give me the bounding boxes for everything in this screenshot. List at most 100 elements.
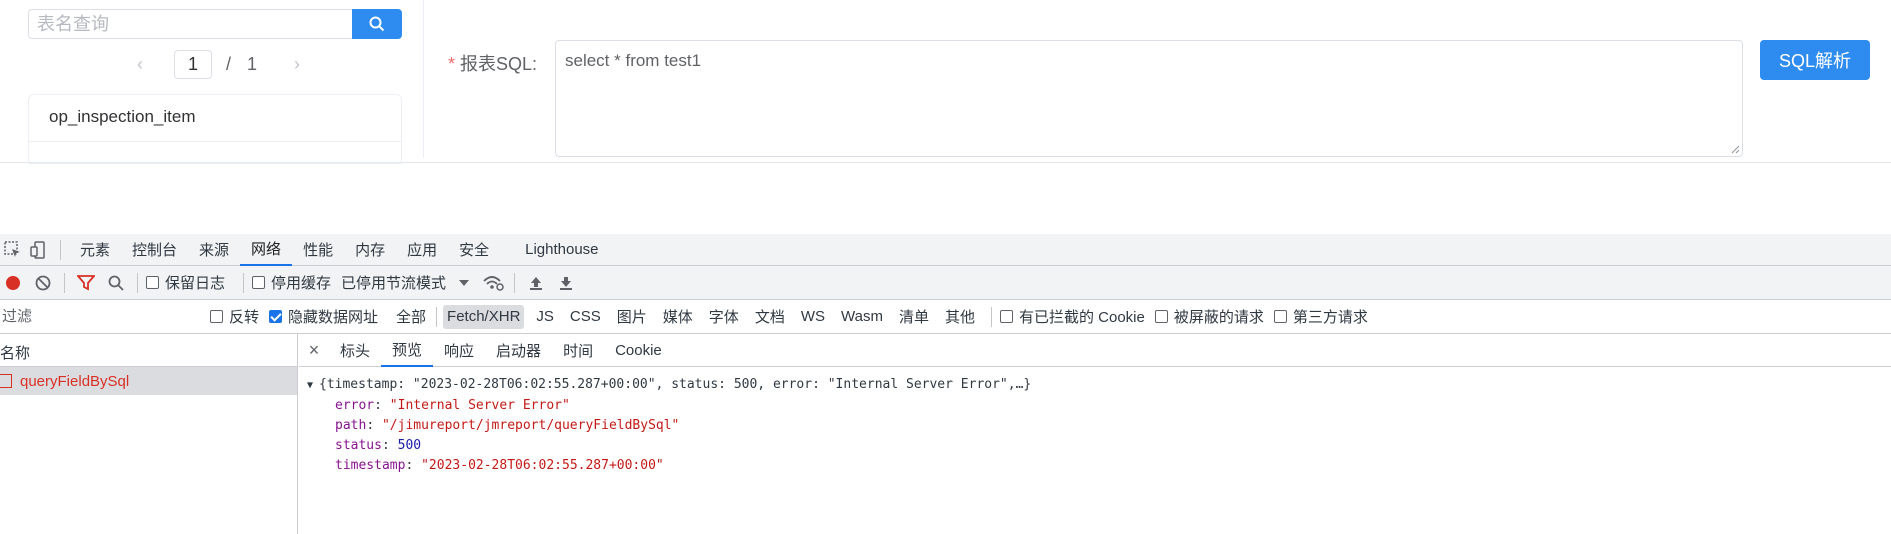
record-icon[interactable] — [0, 270, 26, 296]
next-page-button[interactable]: › — [287, 54, 307, 75]
tab-preview[interactable]: 预览 — [381, 334, 434, 367]
preserve-log-checkbox[interactable]: 保留日志 — [146, 272, 225, 293]
report-designer-panel: ‹ 1 / 1 › op_inspection_item *报表SQL: sel… — [0, 0, 1891, 164]
type-manifest[interactable]: 清单 — [895, 305, 933, 329]
expand-triangle-icon[interactable]: ▼ — [307, 376, 319, 396]
divider — [60, 239, 61, 260]
disable-cache-label: 停用缓存 — [271, 275, 332, 292]
device-toolbar-icon[interactable] — [26, 237, 52, 263]
type-all[interactable]: 全部 — [392, 305, 430, 329]
checkbox-box[interactable] — [146, 276, 159, 289]
tab-network[interactable]: 网络 — [240, 234, 293, 266]
json-field: error: "Internal Server Error" — [335, 398, 570, 413]
divider — [137, 272, 138, 293]
invert-label: 反转 — [229, 309, 260, 326]
network-filter-bar: 反转 隐藏数据网址 全部 Fetch/XHR JS CSS 图片 媒体 字体 文… — [0, 300, 1891, 334]
tab-sources[interactable]: 来源 — [188, 234, 240, 266]
type-fetch-xhr[interactable]: Fetch/XHR — [443, 304, 525, 329]
tab-timing[interactable]: 时间 — [552, 334, 604, 367]
invert-checkbox[interactable]: 反转 — [210, 306, 259, 327]
json-key: error — [335, 398, 375, 413]
hide-data-urls-checkbox[interactable]: 隐藏数据网址 — [269, 306, 378, 327]
throttling-label: 已停用节流模式 — [341, 275, 447, 292]
json-key: path — [335, 418, 367, 433]
export-har-icon[interactable] — [553, 270, 579, 296]
resize-handle-icon[interactable] — [1730, 144, 1740, 154]
chevron-down-icon[interactable] — [458, 279, 470, 287]
checkbox-box[interactable] — [1154, 310, 1168, 323]
inspect-element-icon[interactable] — [0, 237, 26, 263]
close-icon[interactable]: × — [299, 340, 329, 361]
type-font[interactable]: 字体 — [705, 305, 743, 329]
divider — [436, 306, 438, 327]
search-button[interactable] — [352, 9, 402, 39]
table-search — [28, 9, 402, 39]
table-sidebar: ‹ 1 / 1 › op_inspection_item — [0, 0, 424, 164]
tab-response[interactable]: 响应 — [433, 334, 485, 367]
json-value: 500 — [397, 438, 422, 453]
tab-console[interactable]: 控制台 — [121, 234, 188, 266]
checkbox-box[interactable] — [999, 310, 1013, 323]
devtools-tabbar: 元素 控制台 来源 网络 性能 内存 应用 安全 Lighthouse — [0, 234, 1891, 266]
tab-application[interactable]: 应用 — [396, 234, 448, 266]
tab-headers[interactable]: 标头 — [329, 334, 381, 367]
total-pages: 1 — [247, 53, 258, 74]
sql-parse-button[interactable]: SQL解析 — [1760, 40, 1870, 80]
json-value: "2023-02-28T06:02:55.287+00:00" — [421, 458, 664, 473]
network-toolbar: 保留日志 停用缓存 已停用节流模式 — [0, 266, 1891, 300]
checkbox-box[interactable] — [269, 310, 283, 323]
type-wasm[interactable]: Wasm — [837, 305, 887, 329]
name-column-header[interactable]: 名称 — [0, 334, 297, 367]
tab-performance[interactable]: 性能 — [292, 234, 344, 266]
tab-elements[interactable]: 元素 — [69, 234, 121, 266]
request-name: queryFieldBySql — [20, 372, 130, 390]
table-search-input[interactable] — [28, 9, 352, 39]
type-css[interactable]: CSS — [566, 305, 605, 329]
tab-security[interactable]: 安全 — [448, 234, 500, 266]
tab-cookies[interactable]: Cookie — [604, 334, 673, 367]
failed-request-icon — [0, 374, 12, 388]
prev-page-button[interactable]: ‹ — [130, 54, 150, 75]
tab-lighthouse[interactable]: Lighthouse — [514, 234, 609, 266]
type-other[interactable]: 其他 — [941, 305, 979, 329]
third-party-label: 第三方请求 — [1292, 309, 1368, 326]
current-page-input[interactable]: 1 — [174, 49, 212, 79]
network-conditions-icon[interactable] — [480, 270, 506, 296]
table-list: op_inspection_item — [28, 94, 402, 164]
checkbox-box[interactable] — [1273, 310, 1287, 323]
tab-initiator[interactable]: 启动器 — [485, 334, 552, 367]
type-doc[interactable]: 文档 — [751, 305, 789, 329]
sql-label: * 报表SQL: — [448, 50, 537, 76]
third-party-checkbox[interactable]: 第三方请求 — [1273, 306, 1368, 327]
blocked-requests-label: 被屏蔽的请求 — [1173, 309, 1264, 326]
sql-text: select * from test1 — [565, 51, 702, 70]
request-detail: × 标头 预览 响应 启动器 时间 Cookie ▼ {timestamp: "2… — [299, 334, 1891, 534]
filter-input[interactable] — [0, 304, 196, 329]
divider — [514, 272, 516, 293]
preserve-log-label: 保留日志 — [165, 275, 226, 292]
table-row[interactable]: queryFieldBySql — [0, 367, 297, 395]
checkbox-box[interactable] — [210, 310, 223, 323]
checkbox-box[interactable] — [252, 276, 266, 289]
import-har-icon[interactable] — [523, 270, 549, 296]
blocked-requests-checkbox[interactable]: 被屏蔽的请求 — [1154, 306, 1264, 327]
tab-memory[interactable]: 内存 — [344, 234, 396, 266]
filter-icon[interactable] — [73, 270, 99, 296]
json-field: path: "/jimureport/jmreport/queryFieldBy… — [335, 418, 680, 433]
search-icon[interactable] — [103, 270, 129, 296]
json-summary-row[interactable]: ▼ {timestamp: "2023-02-28T06:02:55.287+00… — [307, 375, 1883, 396]
hide-data-urls-label: 隐藏数据网址 — [288, 309, 379, 326]
list-item[interactable]: op_inspection_item — [29, 95, 401, 142]
sql-textarea[interactable]: select * from test1 — [555, 40, 1743, 157]
type-img[interactable]: 图片 — [613, 305, 651, 329]
blocked-cookies-checkbox[interactable]: 有已拦截的 Cookie — [999, 306, 1145, 327]
divider — [243, 272, 245, 293]
type-js[interactable]: JS — [532, 305, 558, 329]
disable-cache-checkbox[interactable]: 停用缓存 — [252, 272, 331, 293]
clear-icon[interactable] — [30, 270, 56, 296]
detail-tabbar: × 标头 预览 响应 启动器 时间 Cookie — [299, 334, 1891, 367]
search-icon — [369, 16, 385, 32]
type-media[interactable]: 媒体 — [659, 305, 697, 329]
throttling-select[interactable]: 已停用节流模式 — [341, 272, 446, 293]
type-ws[interactable]: WS — [797, 305, 829, 329]
